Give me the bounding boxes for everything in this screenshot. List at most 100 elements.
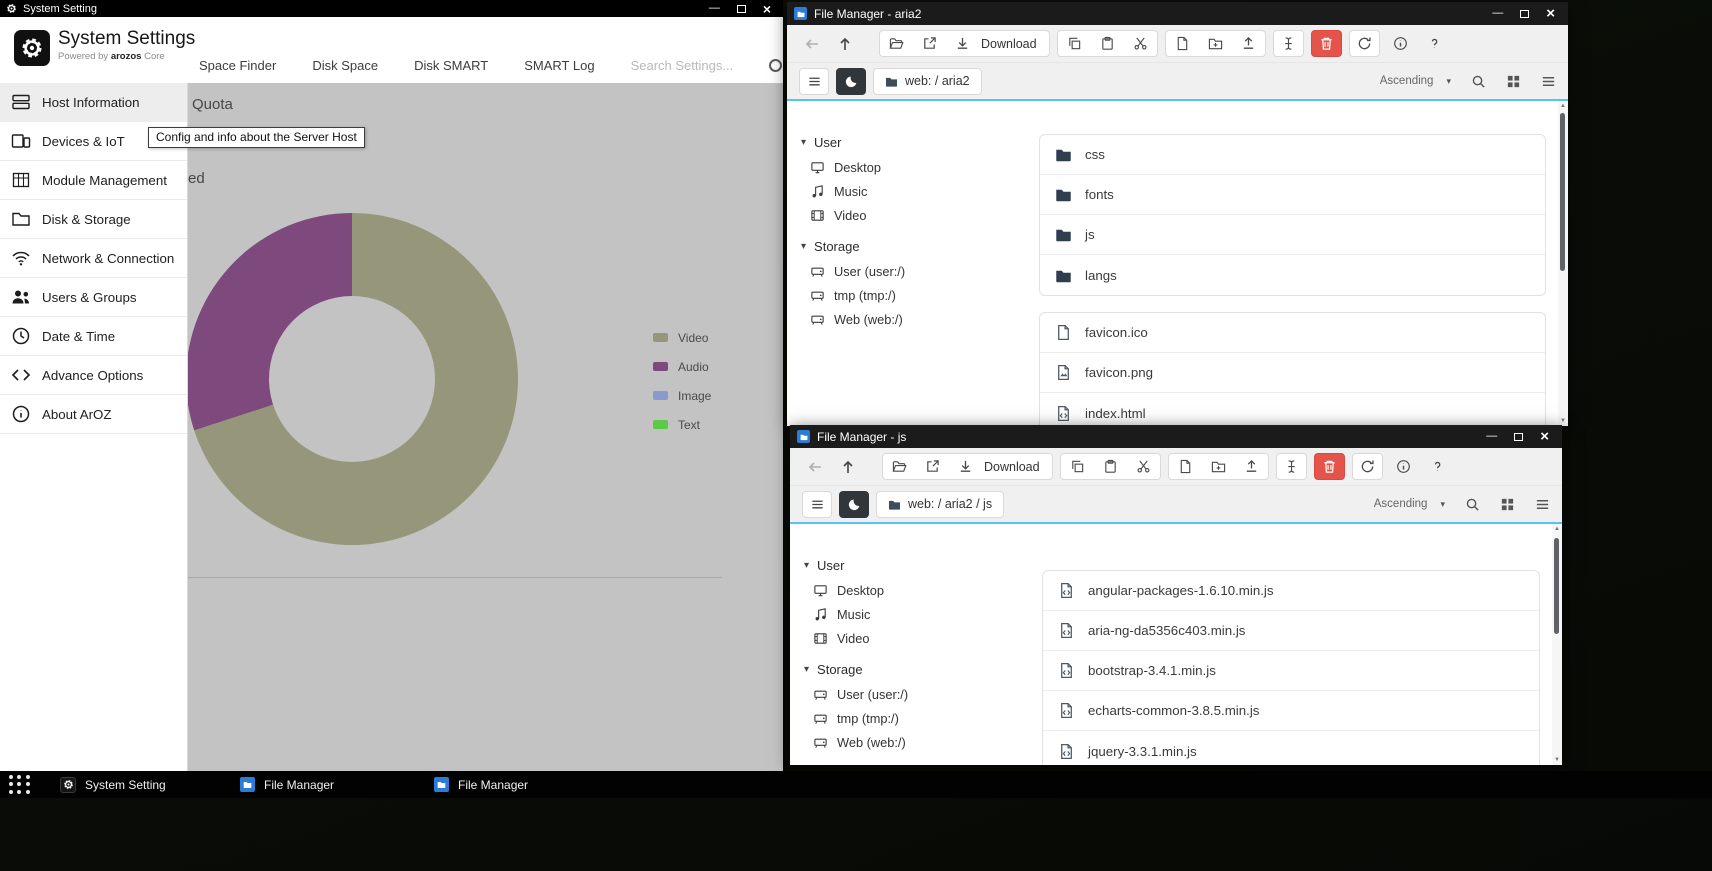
file-row[interactable]: bootstrap-3.4.1.min.js bbox=[1043, 651, 1539, 691]
tab-disk-space[interactable]: Disk Space bbox=[312, 58, 378, 73]
maximize-button[interactable] bbox=[1514, 433, 1523, 441]
folder-row[interactable]: langs bbox=[1040, 255, 1545, 295]
tree-item-music[interactable]: Music bbox=[813, 602, 1032, 626]
open-in-new-tab-button[interactable] bbox=[916, 454, 949, 479]
rename-button[interactable] bbox=[1276, 453, 1307, 480]
close-button[interactable]: × bbox=[763, 2, 771, 16]
sidebar-item-advance-options[interactable]: Advance Options bbox=[0, 356, 187, 395]
copy-button[interactable] bbox=[1058, 31, 1091, 56]
tree-group-header[interactable]: ▾ User bbox=[801, 131, 1029, 153]
menu-button[interactable] bbox=[799, 68, 829, 95]
scrollbar-thumb[interactable] bbox=[1554, 538, 1559, 634]
grid-view-button[interactable] bbox=[1506, 74, 1521, 89]
file-row[interactable]: echarts-common-3.8.5.min.js bbox=[1043, 691, 1539, 731]
grid-view-button[interactable] bbox=[1500, 497, 1515, 512]
file-row[interactable]: aria-ng-da5356c403.min.js bbox=[1043, 611, 1539, 651]
list-view-button[interactable] bbox=[1535, 497, 1550, 512]
tab-disk-smart[interactable]: Disk SMART bbox=[414, 58, 488, 73]
delete-button[interactable] bbox=[1314, 453, 1345, 480]
file-row[interactable]: index.html bbox=[1040, 393, 1545, 426]
tree-item-tmp-drive[interactable]: tmp (tmp:/) bbox=[813, 706, 1032, 730]
theme-toggle-button[interactable] bbox=[836, 68, 866, 95]
cut-button[interactable] bbox=[1124, 31, 1157, 56]
file-row[interactable]: favicon.ico bbox=[1040, 313, 1545, 353]
sidebar-item-host-information[interactable]: Host Information bbox=[0, 83, 187, 122]
sidebar-item-users-groups[interactable]: Users & Groups bbox=[0, 278, 187, 317]
scroll-up-arrow[interactable]: ▲ bbox=[1552, 524, 1562, 534]
folder-row[interactable]: css bbox=[1040, 135, 1545, 175]
tree-item-video[interactable]: Video bbox=[813, 626, 1032, 650]
properties-button[interactable] bbox=[1390, 454, 1417, 479]
tree-item-user-drive[interactable]: User (user:/) bbox=[810, 259, 1029, 283]
search-settings-input[interactable]: Search Settings... bbox=[631, 58, 734, 73]
tree-group-header[interactable]: ▾ User bbox=[804, 554, 1032, 576]
tree-item-web-drive[interactable]: Web (web:/) bbox=[810, 307, 1029, 331]
back-button[interactable] bbox=[799, 31, 825, 57]
titlebar[interactable]: File Manager - js — × bbox=[790, 425, 1562, 448]
tree-item-tmp-drive[interactable]: tmp (tmp:/) bbox=[810, 283, 1029, 307]
scrollbar-thumb[interactable] bbox=[1560, 113, 1565, 271]
app-launcher-button[interactable] bbox=[8, 774, 31, 795]
properties-button[interactable] bbox=[1387, 31, 1414, 56]
new-file-button[interactable] bbox=[1169, 454, 1202, 479]
minimize-button[interactable]: — bbox=[709, 3, 720, 14]
sidebar-item-network-connection[interactable]: Network & Connection bbox=[0, 239, 187, 278]
delete-button[interactable] bbox=[1311, 30, 1342, 57]
sort-dropdown[interactable]: Ascending ▾ bbox=[1374, 498, 1445, 510]
titlebar[interactable]: File Manager - aria2 — × bbox=[787, 2, 1568, 25]
menu-button[interactable] bbox=[802, 491, 832, 518]
file-row[interactable]: favicon.png bbox=[1040, 353, 1545, 393]
download-button[interactable] bbox=[949, 454, 982, 479]
open-in-new-tab-button[interactable] bbox=[913, 31, 946, 56]
tree-item-video[interactable]: Video bbox=[810, 203, 1029, 227]
rename-button[interactable] bbox=[1273, 30, 1304, 57]
list-view-button[interactable] bbox=[1541, 74, 1556, 89]
tree-item-user-drive[interactable]: User (user:/) bbox=[813, 682, 1032, 706]
breadcrumb[interactable]: web: / aria2 / js bbox=[876, 491, 1004, 518]
tab-space-finder[interactable]: Space Finder bbox=[199, 58, 276, 73]
help-button[interactable] bbox=[1424, 454, 1451, 479]
up-button[interactable] bbox=[835, 454, 861, 480]
file-row[interactable]: jquery-3.3.1.min.js bbox=[1043, 731, 1539, 765]
new-file-button[interactable] bbox=[1166, 31, 1199, 56]
open-button[interactable] bbox=[883, 454, 916, 479]
minimize-button[interactable]: — bbox=[1486, 431, 1497, 442]
folder-row[interactable]: fonts bbox=[1040, 175, 1545, 215]
maximize-button[interactable] bbox=[737, 5, 746, 13]
tree-item-web-drive[interactable]: Web (web:/) bbox=[813, 730, 1032, 754]
file-row[interactable]: angular-packages-1.6.10.min.js bbox=[1043, 571, 1539, 611]
up-button[interactable] bbox=[832, 31, 858, 57]
refresh-button[interactable] bbox=[1352, 453, 1383, 480]
search-button[interactable] bbox=[1465, 497, 1480, 512]
upload-button[interactable] bbox=[1235, 454, 1268, 479]
download-label[interactable]: Download bbox=[979, 37, 1049, 51]
tree-group-header[interactable]: ▾ Storage bbox=[804, 658, 1032, 680]
new-folder-button[interactable] bbox=[1199, 31, 1232, 56]
paste-button[interactable] bbox=[1091, 31, 1124, 56]
system-settings-titlebar[interactable]: System Setting — × bbox=[0, 0, 783, 17]
download-button[interactable] bbox=[946, 31, 979, 56]
open-button[interactable] bbox=[880, 31, 913, 56]
tree-item-desktop[interactable]: Desktop bbox=[813, 578, 1032, 602]
sidebar-item-date-time[interactable]: Date & Time bbox=[0, 317, 187, 356]
help-button[interactable] bbox=[1421, 31, 1448, 56]
copy-button[interactable] bbox=[1061, 454, 1094, 479]
scroll-up-arrow[interactable]: ▲ bbox=[1558, 101, 1568, 111]
new-folder-button[interactable] bbox=[1202, 454, 1235, 479]
sidebar-item-disk-storage[interactable]: Disk & Storage bbox=[0, 200, 187, 239]
vertical-scrollbar[interactable]: ▲ ▼ bbox=[1558, 101, 1568, 426]
tree-item-desktop[interactable]: Desktop bbox=[810, 155, 1029, 179]
folder-row[interactable]: js bbox=[1040, 215, 1545, 255]
sort-dropdown[interactable]: Ascending ▾ bbox=[1380, 75, 1451, 87]
search-button[interactable] bbox=[1471, 74, 1486, 89]
back-button[interactable] bbox=[802, 454, 828, 480]
taskbar-item-system-setting[interactable]: System Setting bbox=[60, 771, 166, 798]
close-button[interactable]: × bbox=[1540, 429, 1549, 444]
sidebar-item-module-management[interactable]: Module Management bbox=[0, 161, 187, 200]
upload-button[interactable] bbox=[1232, 31, 1265, 56]
vertical-scrollbar[interactable]: ▲ ▼ bbox=[1552, 524, 1562, 765]
theme-toggle-button[interactable] bbox=[839, 491, 869, 518]
close-button[interactable]: × bbox=[1546, 6, 1555, 21]
cut-button[interactable] bbox=[1127, 454, 1160, 479]
tab-smart-log[interactable]: SMART Log bbox=[524, 58, 594, 73]
